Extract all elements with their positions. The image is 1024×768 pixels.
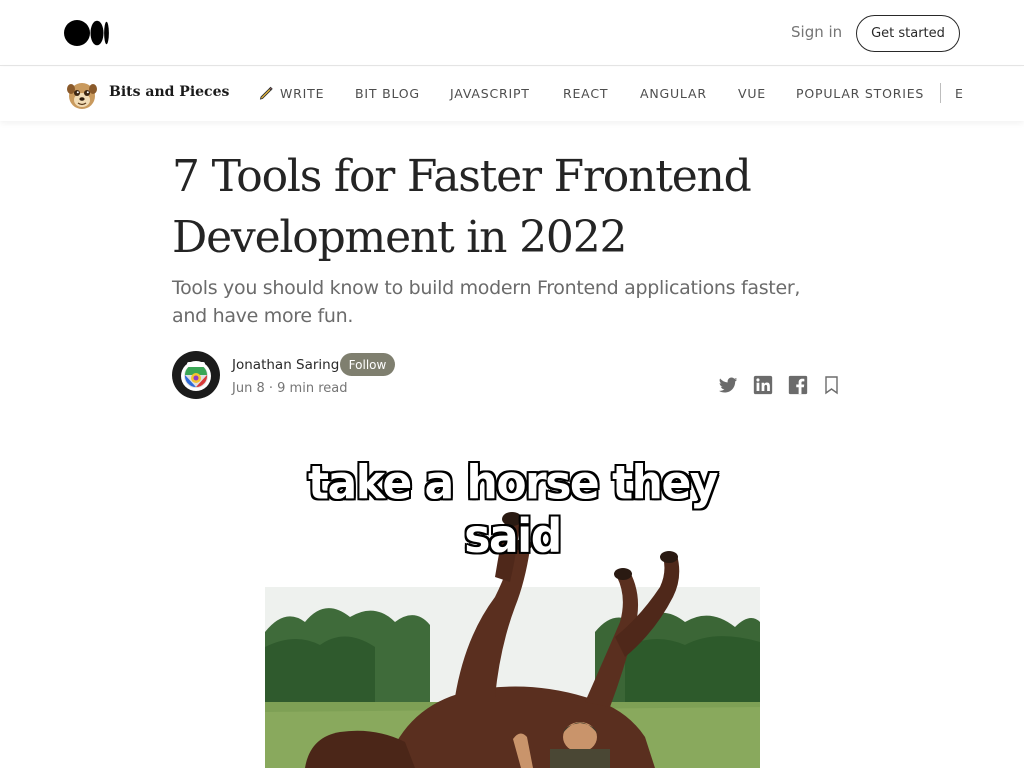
- article-subtitle: Tools you should know to build modern Fr…: [172, 274, 872, 330]
- article-title: 7 Tools for Faster Frontend Development …: [172, 146, 872, 268]
- article-meta: Jun 8 · 9 min read: [232, 381, 347, 396]
- linkedin-icon[interactable]: [752, 374, 774, 396]
- meta-separator: ·: [268, 381, 273, 396]
- nav-item-popular-stories[interactable]: POPULAR STORIES: [796, 86, 924, 101]
- nav-divider: [940, 83, 941, 103]
- sign-in-link[interactable]: Sign in: [791, 23, 842, 41]
- nav-item-truncated[interactable]: E: [955, 86, 964, 101]
- follow-button[interactable]: Follow: [340, 353, 395, 376]
- medium-logo-icon[interactable]: [64, 20, 110, 46]
- get-started-button[interactable]: Get started: [856, 15, 960, 52]
- article-title-line-1: 7 Tools for Faster Frontend: [172, 151, 752, 202]
- article-title-line-2: Development in 2022: [172, 212, 627, 263]
- publish-date: Jun 8: [232, 381, 265, 396]
- facebook-icon[interactable]: [787, 374, 809, 396]
- nav-item-write[interactable]: WRITE: [280, 86, 324, 101]
- nav-item-javascript[interactable]: JAVASCRIPT: [450, 86, 530, 101]
- publication-name[interactable]: Bits and Pieces: [109, 84, 229, 100]
- bookmark-icon[interactable]: [821, 374, 843, 396]
- meerkat-avatar-icon[interactable]: [64, 76, 100, 112]
- read-time: 9 min read: [277, 381, 348, 396]
- top-bar: Sign in Get started: [0, 0, 1024, 66]
- twitter-icon[interactable]: [717, 374, 739, 396]
- pencil-icon: [259, 86, 273, 100]
- nav-item-vue[interactable]: VUE: [738, 86, 766, 101]
- nav-item-react[interactable]: REACT: [563, 86, 608, 101]
- article-subtitle-line-1: Tools you should know to build modern Fr…: [172, 277, 801, 299]
- article-subtitle-line-2: and have more fun.: [172, 305, 354, 327]
- author-name[interactable]: Jonathan Saring: [232, 357, 339, 373]
- nav-item-angular[interactable]: ANGULAR: [640, 86, 707, 101]
- publication-nav: Bits and Pieces WRITE BIT BLOG JAVASCRIP…: [0, 67, 1024, 121]
- nav-item-bit-blog[interactable]: BIT BLOG: [355, 86, 420, 101]
- author-avatar[interactable]: [172, 351, 220, 399]
- hero-caption: take a horse they said: [307, 455, 719, 564]
